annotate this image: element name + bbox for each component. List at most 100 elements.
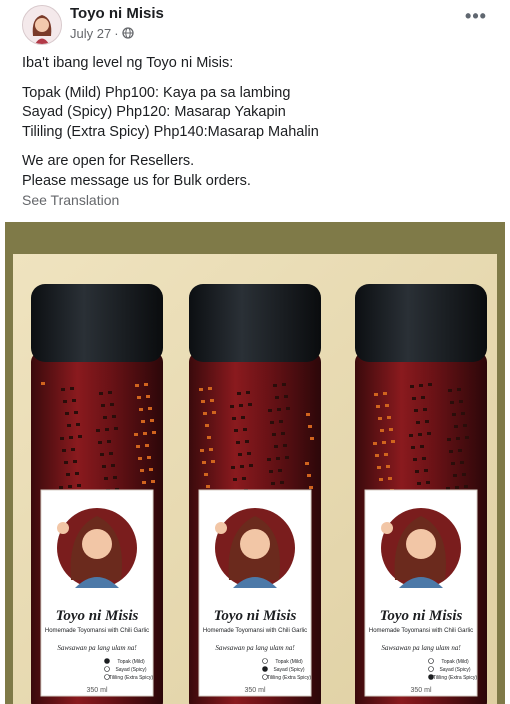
chili-flake [242,477,246,480]
chili-flake [111,464,115,467]
chili-flake [465,436,469,439]
chili-flake [41,382,45,385]
chili-flake [102,465,106,468]
chili-flake [417,482,421,485]
post-date[interactable]: July 27 [70,26,111,41]
chili-flake [377,466,381,469]
label-fist [381,522,393,534]
post-meta: July 27 · [70,25,134,41]
label-volume: 350 ml [86,687,107,694]
chili-flake [373,442,377,445]
chili-flake [286,407,290,410]
chili-flake [234,429,238,432]
chili-flake [462,473,466,476]
chili-flake [146,395,150,398]
chili-flake [72,399,76,402]
page-name[interactable]: Toyo ni Misis [70,5,164,22]
chili-flake [138,457,142,460]
chili-flake [71,448,75,451]
chili-flake [135,384,139,387]
post-line: Iba't ibang level ng Toyo ni Misis: [22,55,234,71]
chili-flake [274,445,278,448]
chili-flake [452,413,456,416]
label-tagline: Sawsawan pa lang ulam na! [381,644,461,652]
chili-flake [206,485,210,488]
bottle-cap [31,284,163,362]
page-avatar[interactable] [22,5,62,45]
post-photo[interactable]: Toyo ni Misis Homemade Toyomansi with Chi… [5,222,505,704]
label-face [82,529,112,559]
chili-flake [272,433,276,436]
chili-flake [103,416,107,419]
chili-flake [202,461,206,464]
chili-flake [114,427,118,430]
label-option: Sayad (Spicy) [115,667,146,673]
post-line: Please message us for Bulk orders. [22,172,251,189]
chili-flake [461,412,465,415]
bottle-cap [189,284,321,362]
chili-flake [67,424,71,427]
chili-flake [98,441,102,444]
label-option-dot [262,666,268,672]
chili-flake [110,403,114,406]
chili-flake [66,473,70,476]
label-tagline: Sawsawan pa lang ulam na! [215,644,295,652]
post-line: Sayad (Spicy) Php120: Masarap Yakapin [22,104,286,120]
bottle-cap [355,284,487,362]
chili-flake [454,425,458,428]
globe-icon[interactable] [121,27,134,39]
chili-flake [149,468,153,471]
chili-flake [380,429,384,432]
see-translation-link[interactable]: See Translation [22,192,119,208]
chili-flake [247,452,251,455]
bottle: Toyo ni Misis Homemade Toyomansi with Chi… [189,284,321,704]
chili-flake [456,437,460,440]
label-subtitle: Homemade Toyomansi with Chili Garlic [203,628,307,634]
chili-flake [209,448,213,451]
label-brand: Toyo ni Misis [380,608,463,624]
chili-flake [145,444,149,447]
chili-flake [283,444,287,447]
chili-flake [101,404,105,407]
chili-flake [137,396,141,399]
chili-flake [453,474,457,477]
chili-flake [308,425,312,428]
chili-flake [100,453,104,456]
chili-flake [428,383,432,386]
post-line: Topak (Mild) Php100: Kaya pa sa lambing [22,84,291,101]
chili-flake [426,481,430,484]
chili-flake [459,400,463,403]
chili-flake [237,392,241,395]
chili-flake [104,477,108,480]
bottle: Toyo ni Misis Homemade Toyomansi with Chi… [31,284,163,704]
chili-flake [307,474,311,477]
chili-flake [386,465,390,468]
chili-flake [240,465,244,468]
avatar-illustration [23,6,61,44]
chili-flake [205,424,209,427]
chili-flake [151,480,155,483]
more-options-button[interactable]: ••• [464,7,488,26]
chili-flake [378,417,382,420]
chili-flake [112,415,116,418]
chili-flake [449,450,453,453]
label-fist [57,522,69,534]
chili-flake [204,473,208,476]
label-subtitle: Homemade Toyomansi with Chili Garlic [45,628,149,634]
chili-flake [379,478,383,481]
chili-flake [421,396,425,399]
label-subtitle: Homemade Toyomansi with Chili Garlic [369,628,473,634]
chili-flake [246,391,250,394]
label-tagline: Sawsawan pa lang ulam na! [57,644,137,652]
chili-flake [458,449,462,452]
chili-flake [275,396,279,399]
label-fist [215,522,227,534]
chili-flake [278,469,282,472]
chili-flake [310,437,314,440]
chili-flake [239,404,243,407]
chili-flake [105,428,109,431]
chili-flake [415,470,419,473]
chili-flake [96,429,100,432]
chili-flake [309,486,313,489]
bottles-group: Toyo ni Misis Homemade Toyomansi with Chi… [31,284,487,704]
